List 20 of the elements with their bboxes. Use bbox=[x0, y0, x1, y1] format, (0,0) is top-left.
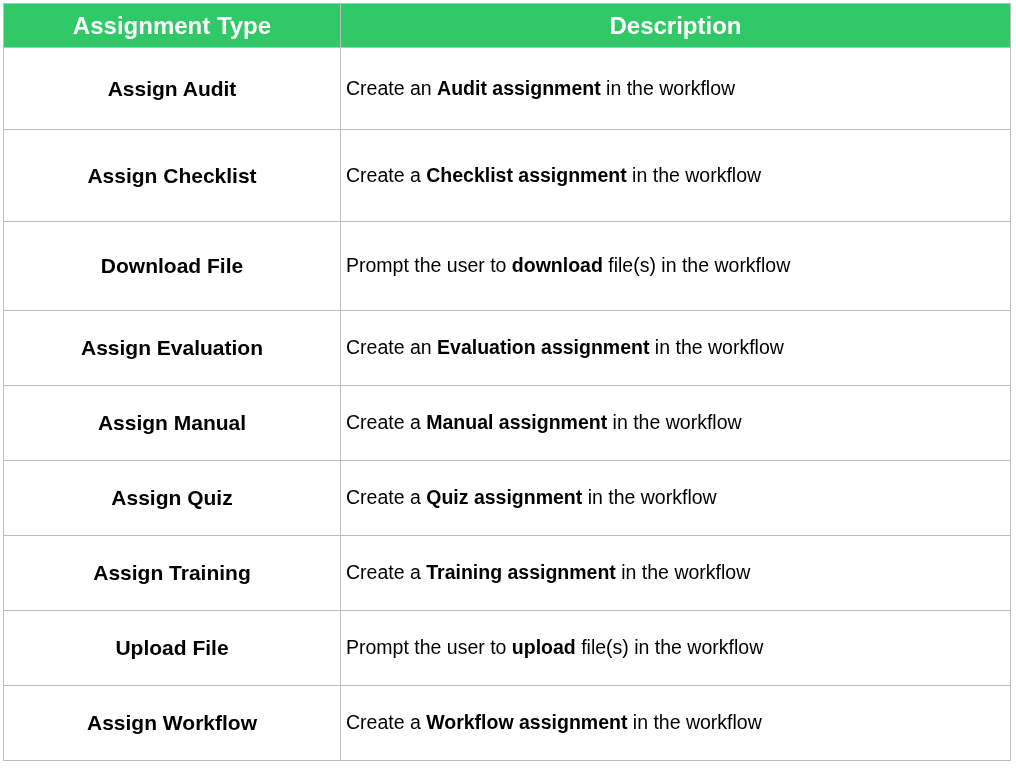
column-header: Assignment Type bbox=[3, 3, 341, 48]
table-cell: Create a Quiz assignment in the workflow bbox=[340, 460, 1011, 536]
table-cell: Assign Quiz bbox=[3, 460, 341, 536]
column-header: Description bbox=[340, 3, 1011, 48]
table-cell: Create a Training assignment in the workflow bbox=[340, 535, 1011, 611]
table-cell: Assign Training bbox=[3, 535, 341, 611]
table-cell: Assign Audit bbox=[3, 47, 341, 130]
table-cell: Assign Workflow bbox=[3, 685, 341, 761]
table-cell: Create an Evaluation assignment in the workflow bbox=[340, 310, 1011, 386]
table-cell: Prompt the user to upload file(s) in the workflow bbox=[340, 610, 1011, 686]
table-cell: Assign Manual bbox=[3, 385, 341, 461]
table-cell: Upload File bbox=[3, 610, 341, 686]
table-cell: Assign Evaluation bbox=[3, 310, 341, 386]
table-cell: Create a Workflow assignment in the workflow bbox=[340, 685, 1011, 761]
table-cell: Create a Checklist assignment in the workflow bbox=[340, 129, 1011, 222]
table-cell: Assign Checklist bbox=[3, 129, 341, 222]
table-cell: Create an Audit assignment in the workflow bbox=[340, 47, 1011, 130]
table-cell: Prompt the user to download file(s) in the workflow bbox=[340, 221, 1011, 311]
table-cell: Download File bbox=[3, 221, 341, 311]
table-cell: Create a Manual assignment in the workflow bbox=[340, 385, 1011, 461]
